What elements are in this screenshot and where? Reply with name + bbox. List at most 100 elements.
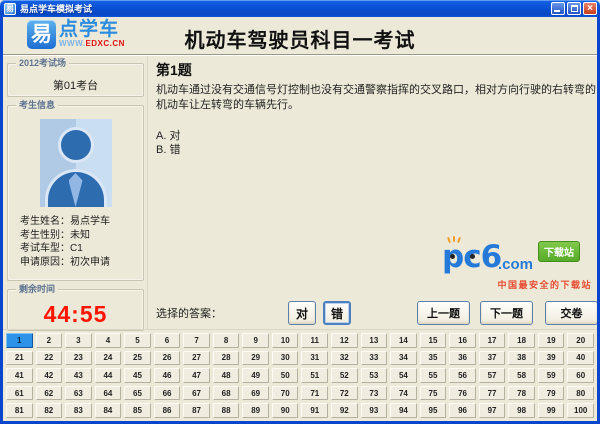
- question-cell-64[interactable]: 64: [94, 385, 122, 401]
- question-cell-73[interactable]: 73: [360, 385, 388, 401]
- question-cell-9[interactable]: 9: [242, 333, 269, 348]
- question-cell-18[interactable]: 18: [508, 333, 535, 348]
- question-cell-7[interactable]: 7: [183, 333, 210, 348]
- question-cell-79[interactable]: 79: [537, 385, 565, 401]
- maximize-button[interactable]: [567, 2, 581, 15]
- question-cell-21[interactable]: 21: [6, 350, 33, 366]
- question-cell-51[interactable]: 51: [301, 368, 329, 383]
- next-question-button[interactable]: 下一题: [480, 301, 533, 325]
- question-cell-5[interactable]: 5: [124, 333, 151, 348]
- question-cell-70[interactable]: 70: [271, 385, 299, 401]
- question-cell-44[interactable]: 44: [94, 368, 122, 383]
- question-cell-22[interactable]: 22: [35, 350, 63, 366]
- question-cell-12[interactable]: 12: [331, 333, 358, 348]
- question-cell-58[interactable]: 58: [508, 368, 535, 383]
- question-cell-95[interactable]: 95: [419, 403, 447, 418]
- question-cell-35[interactable]: 35: [419, 350, 447, 366]
- question-cell-43[interactable]: 43: [65, 368, 92, 383]
- question-cell-97[interactable]: 97: [478, 403, 506, 418]
- minimize-button[interactable]: [551, 2, 565, 15]
- question-cell-6[interactable]: 6: [153, 333, 181, 348]
- question-cell-13[interactable]: 13: [360, 333, 388, 348]
- question-cell-28[interactable]: 28: [212, 350, 240, 366]
- question-cell-54[interactable]: 54: [390, 368, 417, 383]
- question-cell-27[interactable]: 27: [183, 350, 210, 366]
- submit-exam-button[interactable]: 交卷: [545, 301, 597, 325]
- question-cell-56[interactable]: 56: [449, 368, 476, 383]
- question-cell-78[interactable]: 78: [508, 385, 535, 401]
- question-cell-100[interactable]: 100: [567, 403, 594, 418]
- question-cell-83[interactable]: 83: [65, 403, 92, 418]
- question-cell-74[interactable]: 74: [390, 385, 417, 401]
- question-cell-33[interactable]: 33: [360, 350, 388, 366]
- question-cell-77[interactable]: 77: [478, 385, 506, 401]
- question-cell-37[interactable]: 37: [478, 350, 506, 366]
- question-cell-87[interactable]: 87: [183, 403, 210, 418]
- question-cell-89[interactable]: 89: [242, 403, 269, 418]
- question-cell-4[interactable]: 4: [94, 333, 122, 348]
- question-cell-52[interactable]: 52: [331, 368, 358, 383]
- question-cell-19[interactable]: 19: [537, 333, 565, 348]
- question-cell-30[interactable]: 30: [271, 350, 299, 366]
- question-cell-39[interactable]: 39: [537, 350, 565, 366]
- question-cell-76[interactable]: 76: [449, 385, 476, 401]
- close-button[interactable]: ×: [583, 2, 597, 15]
- question-cell-53[interactable]: 53: [360, 368, 388, 383]
- question-cell-61[interactable]: 61: [6, 385, 33, 401]
- question-cell-62[interactable]: 62: [35, 385, 63, 401]
- question-cell-46[interactable]: 46: [153, 368, 181, 383]
- question-cell-11[interactable]: 11: [301, 333, 329, 348]
- question-cell-25[interactable]: 25: [124, 350, 151, 366]
- question-cell-15[interactable]: 15: [419, 333, 447, 348]
- question-cell-20[interactable]: 20: [567, 333, 594, 348]
- question-cell-59[interactable]: 59: [537, 368, 565, 383]
- question-cell-82[interactable]: 82: [35, 403, 63, 418]
- question-cell-10[interactable]: 10: [271, 333, 299, 348]
- question-cell-47[interactable]: 47: [183, 368, 210, 383]
- question-cell-14[interactable]: 14: [390, 333, 417, 348]
- question-cell-85[interactable]: 85: [124, 403, 151, 418]
- question-cell-80[interactable]: 80: [567, 385, 594, 401]
- question-cell-38[interactable]: 38: [508, 350, 535, 366]
- question-cell-1[interactable]: 1: [6, 333, 33, 348]
- question-cell-65[interactable]: 65: [124, 385, 151, 401]
- question-cell-66[interactable]: 66: [153, 385, 181, 401]
- question-cell-41[interactable]: 41: [6, 368, 33, 383]
- question-cell-71[interactable]: 71: [301, 385, 329, 401]
- question-cell-29[interactable]: 29: [242, 350, 269, 366]
- question-cell-94[interactable]: 94: [390, 403, 417, 418]
- answer-false-button[interactable]: 错: [323, 301, 351, 325]
- question-cell-24[interactable]: 24: [94, 350, 122, 366]
- question-cell-75[interactable]: 75: [419, 385, 447, 401]
- question-cell-88[interactable]: 88: [212, 403, 240, 418]
- question-cell-17[interactable]: 17: [478, 333, 506, 348]
- question-cell-84[interactable]: 84: [94, 403, 122, 418]
- question-cell-49[interactable]: 49: [242, 368, 269, 383]
- previous-question-button[interactable]: 上一题: [417, 301, 470, 325]
- question-cell-60[interactable]: 60: [567, 368, 594, 383]
- question-cell-63[interactable]: 63: [65, 385, 92, 401]
- question-cell-86[interactable]: 86: [153, 403, 181, 418]
- question-cell-91[interactable]: 91: [301, 403, 329, 418]
- question-cell-67[interactable]: 67: [183, 385, 210, 401]
- question-cell-16[interactable]: 16: [449, 333, 476, 348]
- question-cell-48[interactable]: 48: [212, 368, 240, 383]
- question-cell-69[interactable]: 69: [242, 385, 269, 401]
- question-cell-40[interactable]: 40: [567, 350, 594, 366]
- question-cell-42[interactable]: 42: [35, 368, 63, 383]
- question-cell-50[interactable]: 50: [271, 368, 299, 383]
- question-cell-81[interactable]: 81: [6, 403, 33, 418]
- question-cell-90[interactable]: 90: [271, 403, 299, 418]
- question-cell-2[interactable]: 2: [35, 333, 63, 348]
- answer-true-button[interactable]: 对: [288, 301, 316, 325]
- question-cell-68[interactable]: 68: [212, 385, 240, 401]
- question-cell-34[interactable]: 34: [390, 350, 417, 366]
- question-cell-98[interactable]: 98: [508, 403, 535, 418]
- question-cell-32[interactable]: 32: [331, 350, 358, 366]
- question-cell-36[interactable]: 36: [449, 350, 476, 366]
- question-cell-72[interactable]: 72: [331, 385, 358, 401]
- question-cell-93[interactable]: 93: [360, 403, 388, 418]
- question-cell-92[interactable]: 92: [331, 403, 358, 418]
- question-cell-96[interactable]: 96: [449, 403, 476, 418]
- question-cell-99[interactable]: 99: [537, 403, 565, 418]
